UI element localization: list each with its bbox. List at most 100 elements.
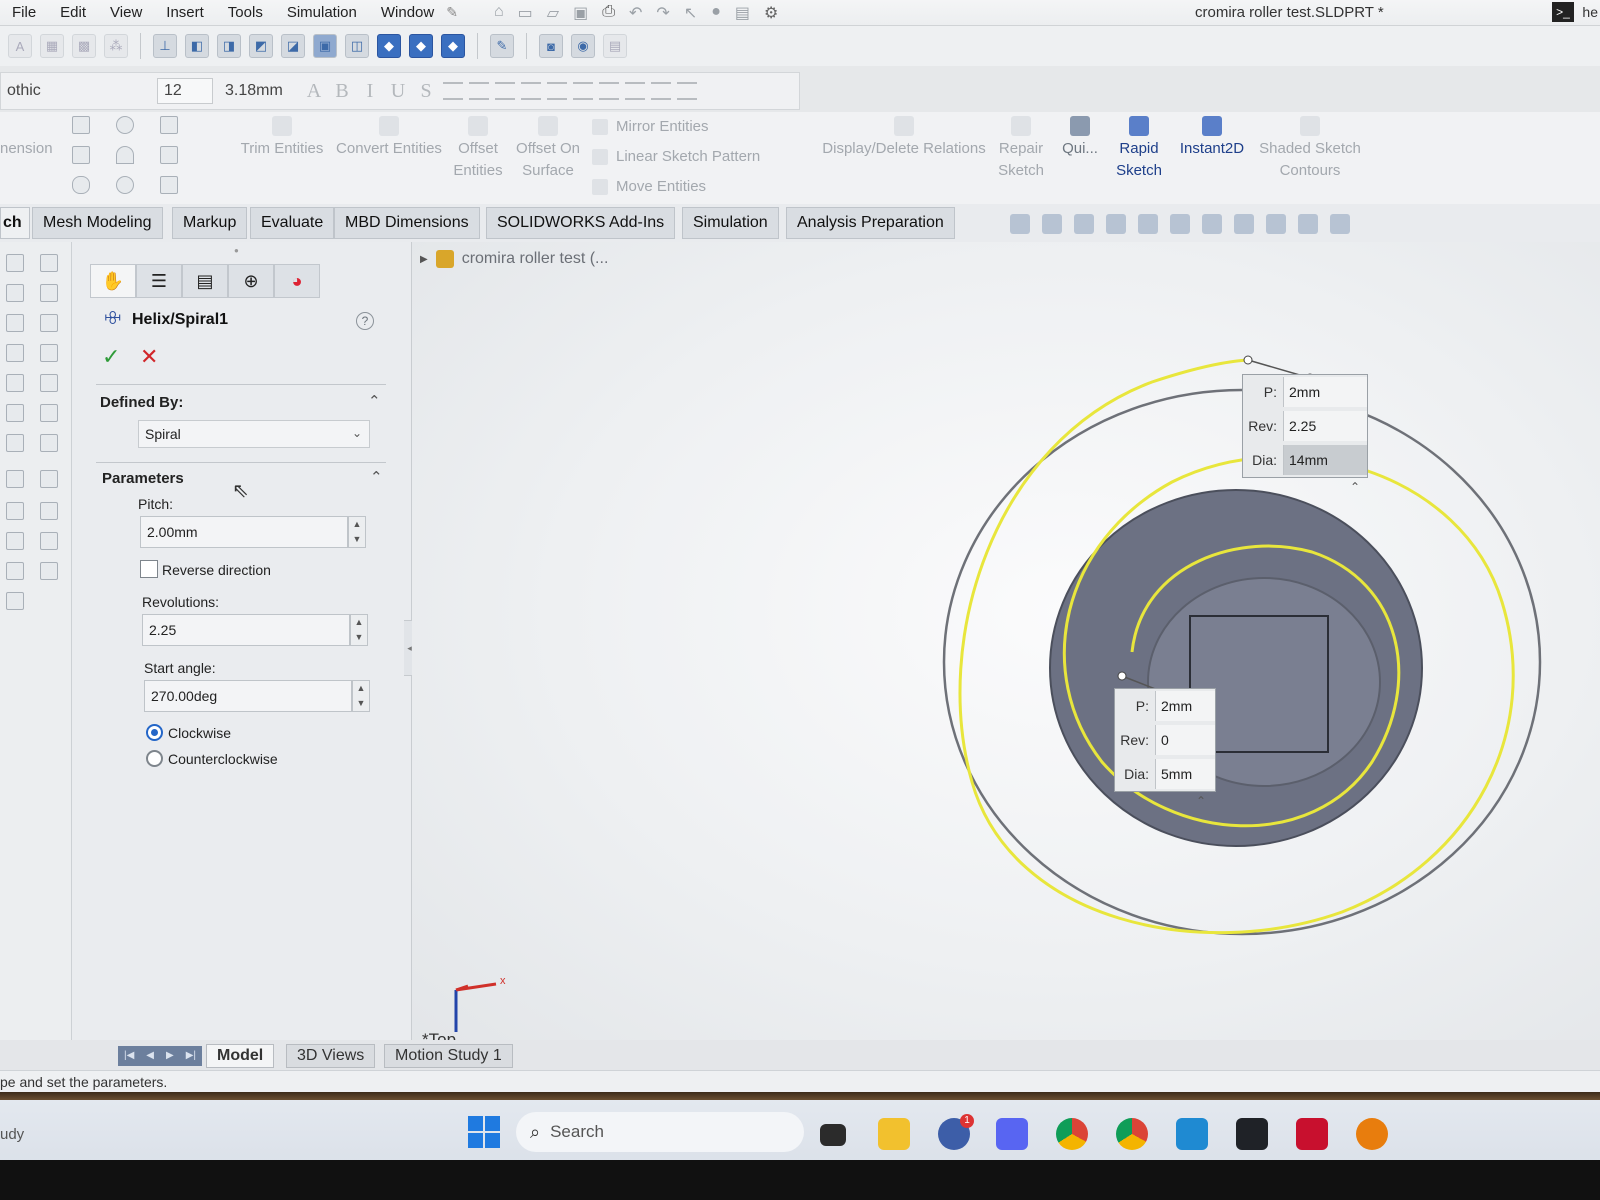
tab-markup[interactable]: Markup: [172, 207, 248, 239]
appearance-icon[interactable]: ✎: [490, 34, 514, 58]
hole-wizard-icon[interactable]: [40, 532, 58, 550]
arc-tool-icon[interactable]: [116, 146, 134, 164]
wrap-icon[interactable]: [40, 434, 58, 452]
callout-dia-value[interactable]: 14mm: [1283, 445, 1367, 475]
repair-sketch-button[interactable]: Repair Sketch: [994, 116, 1048, 182]
dimxpert-manager-tab-icon[interactable]: ⊕: [228, 264, 274, 298]
redo-icon[interactable]: ↷: [656, 3, 669, 23]
align-center-icon[interactable]: [469, 82, 489, 100]
collapse-chevron-icon[interactable]: ⌃: [368, 392, 381, 410]
combine-icon[interactable]: [40, 562, 58, 580]
draft-icon[interactable]: [40, 404, 58, 422]
dynamic-annotation-icon[interactable]: [1138, 214, 1158, 234]
font-name-select[interactable]: othic: [1, 78, 151, 104]
new-document-icon[interactable]: ▭: [518, 3, 533, 23]
line-tool-icon[interactable]: [72, 116, 90, 134]
mirror-feature-icon[interactable]: [6, 470, 24, 488]
bullets-icon[interactable]: [573, 82, 593, 100]
defined-by-select[interactable]: Spiral: [138, 420, 370, 448]
trim-entities-button[interactable]: Trim Entities: [236, 116, 328, 160]
polygon-tool-icon[interactable]: [160, 146, 178, 164]
start-angle-spinner[interactable]: ▲ ▼: [352, 680, 370, 712]
defined-by-header[interactable]: Defined By:: [100, 394, 183, 411]
rectangle-tool-icon[interactable]: [72, 146, 90, 164]
reverse-direction-checkbox[interactable]: [140, 560, 158, 578]
menu-simulation[interactable]: Simulation: [275, 4, 369, 21]
rib-icon[interactable]: [6, 434, 24, 452]
point-tool-icon[interactable]: [116, 176, 134, 194]
chrome-profile-icon[interactable]: [1116, 1118, 1148, 1150]
hide-show-items-icon[interactable]: [1234, 214, 1254, 234]
italic-button[interactable]: I: [359, 80, 381, 103]
next-tab-icon[interactable]: ▶: [166, 1046, 174, 1066]
vscode-icon[interactable]: [1176, 1118, 1208, 1150]
smart-dimension-icon[interactable]: [6, 284, 24, 302]
property-manager-tab-icon[interactable]: ☰: [136, 264, 182, 298]
spline-tool-icon[interactable]: [160, 116, 178, 134]
render-icon[interactable]: ◉: [571, 34, 595, 58]
section-view-icon[interactable]: [1106, 214, 1126, 234]
tab-motion-study-1[interactable]: Motion Study 1: [384, 1044, 513, 1068]
grid-icon[interactable]: ▩: [72, 34, 96, 58]
windows-start-icon[interactable]: [468, 1116, 500, 1148]
tab-mbd-dimensions[interactable]: MBD Dimensions: [334, 207, 480, 239]
pin-icon[interactable]: ✎: [446, 4, 458, 21]
reference-geometry-icon[interactable]: [6, 502, 24, 520]
pitch-input[interactable]: 2.00mm: [140, 516, 348, 548]
first-tab-icon[interactable]: |◀: [124, 1046, 134, 1066]
menu-window[interactable]: Window: [369, 4, 446, 21]
underline-button[interactable]: U: [387, 80, 409, 103]
menu-file[interactable]: File: [0, 4, 48, 21]
font-size-select[interactable]: 12: [157, 78, 213, 104]
tab-mesh-modeling[interactable]: Mesh Modeling: [32, 207, 163, 239]
relations-icon[interactable]: [40, 284, 58, 302]
display-delete-relations-button[interactable]: Display/Delete Relations: [818, 116, 990, 160]
shaded-sketch-contours-button[interactable]: Shaded Sketch Contours: [1256, 116, 1364, 182]
dimetric-icon[interactable]: ◆: [441, 34, 465, 58]
fillet-icon[interactable]: [6, 374, 24, 392]
linear-sketch-pattern-button[interactable]: Linear Sketch Pattern: [592, 148, 760, 165]
font-style-a-button[interactable]: A: [303, 80, 325, 103]
pattern-icon[interactable]: ⁂: [104, 34, 128, 58]
display-style-icon[interactable]: [1202, 214, 1222, 234]
options-gear-icon[interactable]: ⚙: [764, 3, 778, 23]
configuration-manager-tab-icon[interactable]: ▤: [182, 264, 228, 298]
zoom-to-fit-icon[interactable]: [1010, 214, 1030, 234]
tab-evaluate[interactable]: Evaluate: [250, 207, 335, 239]
view-settings-icon[interactable]: [1330, 214, 1350, 234]
extrude-icon[interactable]: [6, 314, 24, 332]
file-properties-icon[interactable]: ▤: [735, 3, 750, 23]
sketch-tool-icon[interactable]: [6, 254, 24, 272]
tab-simulation[interactable]: Simulation: [682, 207, 779, 239]
callout-rev-value[interactable]: 0: [1155, 725, 1215, 755]
back-view-icon[interactable]: ◨: [217, 34, 241, 58]
instant3d-icon[interactable]: [6, 532, 24, 550]
counterclockwise-radio[interactable]: [146, 750, 163, 767]
bold-button[interactable]: B: [331, 80, 353, 103]
numbering-icon[interactable]: [599, 82, 619, 100]
edit-appearance-icon[interactable]: [1266, 214, 1286, 234]
inner-callout-collapse-icon[interactable]: ⌃: [1196, 794, 1206, 808]
last-tab-icon[interactable]: ▶|: [186, 1046, 196, 1066]
cancel-x-icon[interactable]: ✕: [140, 344, 158, 370]
left-view-icon[interactable]: ◩: [249, 34, 273, 58]
grid-format-icon[interactable]: [547, 82, 567, 100]
start-angle-input[interactable]: 270.00deg: [144, 680, 352, 712]
graphics-area[interactable]: x P: 2mm Rev: 2.25 Dia: 14mm ⌃ P: 2mm Rev: 0 …: [412, 242, 1600, 1062]
top-view-icon[interactable]: ▣: [313, 34, 337, 58]
taskbar-search-box[interactable]: ⌕ Search: [516, 1112, 804, 1152]
instant2d-button[interactable]: Instant2D: [1172, 116, 1252, 160]
pitch-spinner[interactable]: ▲ ▼: [348, 516, 366, 548]
previous-view-icon[interactable]: [1074, 214, 1094, 234]
app-icon-notification[interactable]: 1: [938, 1114, 974, 1150]
save-icon[interactable]: ▣: [573, 3, 588, 23]
rapid-sketch-button[interactable]: Rapid Sketch: [1110, 116, 1168, 182]
circle-tool-icon[interactable]: [116, 116, 134, 134]
trimetric-icon[interactable]: ◆: [409, 34, 433, 58]
clockwise-radio[interactable]: [146, 724, 163, 741]
task-view-icon[interactable]: [820, 1124, 846, 1146]
slot-tool-icon[interactable]: [72, 176, 90, 194]
indent-icon[interactable]: [625, 82, 645, 100]
print-icon[interactable]: ⎙: [602, 3, 615, 23]
tab-sketch[interactable]: ch: [0, 207, 30, 239]
